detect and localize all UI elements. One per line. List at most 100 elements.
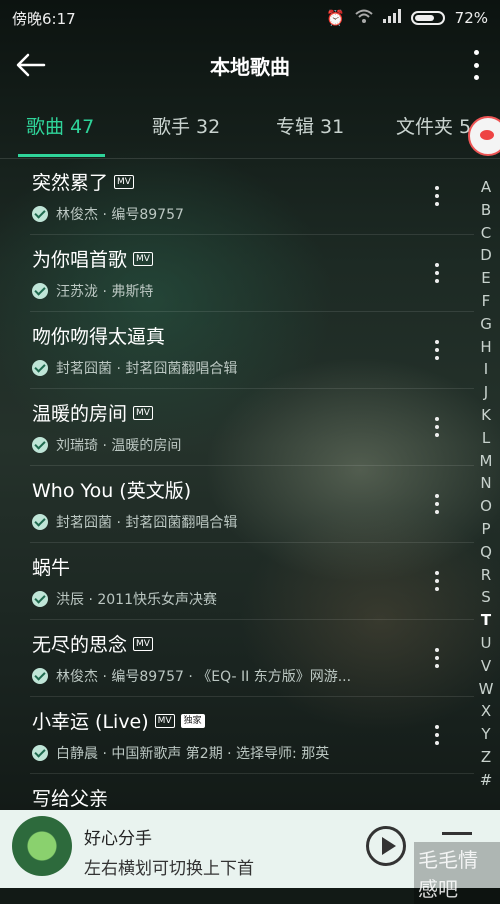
downloaded-check-icon [32, 668, 48, 684]
index-letter[interactable]: N [480, 472, 491, 495]
song-meta: 刘瑞琦 · 温暖的房间 [32, 435, 181, 455]
row-more-icon[interactable] [434, 417, 440, 437]
album-cover[interactable] [12, 816, 72, 876]
song-subtitle: 洪辰 · 2011快乐女声决赛 [56, 592, 217, 608]
index-letter[interactable]: E [481, 267, 490, 290]
song-row[interactable]: 为你唱首歌 MV 汪苏泷 · 弗斯特 [30, 235, 474, 312]
playlist-icon[interactable] [442, 832, 472, 835]
index-letter[interactable]: F [482, 290, 491, 313]
mv-badge[interactable]: MV [133, 405, 153, 420]
status-time: 傍晚6:17 [12, 9, 76, 28]
wifi-icon [354, 9, 373, 27]
watermark: 毛毛情感吧 [414, 842, 500, 904]
row-more-icon[interactable] [434, 648, 440, 668]
mascot-badge-icon[interactable] [468, 116, 500, 156]
song-row[interactable]: Who You (英文版) 封茗囧菌 · 封茗囧菌翻唱合辑 [30, 466, 474, 543]
song-subtitle: 封茗囧菌 · 封茗囧菌翻唱合辑 [56, 515, 238, 531]
song-title-wrap: 突然累了 MV [32, 168, 134, 195]
index-letter[interactable]: D [480, 244, 492, 267]
row-more-icon[interactable] [434, 494, 440, 514]
row-more-icon[interactable] [434, 263, 440, 283]
index-letter[interactable]: M [480, 450, 493, 473]
row-more-icon[interactable] [434, 340, 440, 360]
index-letter[interactable]: I [484, 358, 488, 381]
song-subtitle: 白静晨 · 中国新歌声 第2期 · 选择导师: 那英 [56, 746, 330, 762]
index-letter[interactable]: Z [481, 746, 491, 769]
song-subtitle: 林俊杰 · 编号89757 [56, 207, 184, 223]
song-meta: 林俊杰 · 编号89757 · 《EQ- II 东方版》网游... [32, 666, 351, 686]
category-tabs: 歌曲 47 歌手 32 专辑 31 文件夹 5 [0, 94, 500, 159]
downloaded-check-icon [32, 437, 48, 453]
index-letter[interactable]: B [481, 199, 491, 222]
tab-folders[interactable]: 文件夹 5 [396, 112, 471, 139]
index-letter[interactable]: X [481, 700, 491, 723]
index-letter[interactable]: V [481, 655, 491, 678]
song-title: 写给父亲 [32, 788, 109, 810]
index-letter[interactable]: T [481, 609, 491, 632]
row-more-icon[interactable] [434, 725, 440, 745]
song-meta: 白静晨 · 中国新歌声 第2期 · 选择导师: 那英 [32, 743, 329, 763]
index-letter[interactable]: J [484, 381, 488, 404]
song-title: 为你唱首歌 [32, 249, 128, 271]
song-subtitle: 封茗囧菌 · 封茗囧菌翻唱合辑 [56, 361, 238, 377]
song-title: 突然累了 [32, 172, 109, 194]
index-letter[interactable]: O [480, 495, 492, 518]
downloaded-check-icon [32, 206, 48, 222]
index-letter[interactable]: C [481, 222, 491, 245]
tab-albums[interactable]: 专辑 31 [276, 112, 344, 139]
song-title-wrap: Who You (英文版) [32, 476, 191, 503]
song-meta: 汪苏泷 · 弗斯特 [32, 281, 153, 301]
song-subtitle: 刘瑞琦 · 温暖的房间 [56, 438, 182, 454]
index-letter[interactable]: G [480, 313, 492, 336]
index-letter[interactable]: H [480, 336, 491, 359]
index-letter[interactable]: R [481, 564, 491, 587]
index-letter[interactable]: K [481, 404, 491, 427]
song-row[interactable]: 小幸运 (Live) MV 独家 白静晨 · 中国新歌声 第2期 · 选择导师:… [30, 697, 474, 774]
status-icons: ⏰ 72% [326, 9, 488, 27]
song-title-wrap: 小幸运 (Live) MV 独家 [32, 707, 205, 734]
alphabet-index[interactable]: A B C D E F G H I J K L M N O P Q R S T U V W X Y Z # [476, 176, 496, 792]
alarm-icon: ⏰ [325, 9, 345, 27]
back-arrow-icon[interactable] [14, 48, 48, 82]
mv-badge[interactable]: MV [114, 174, 134, 189]
downloaded-check-icon [32, 591, 48, 607]
song-row[interactable]: 无尽的思念 MV 林俊杰 · 编号89757 · 《EQ- II 东方版》网游.… [30, 620, 474, 697]
song-meta: 洪辰 · 2011快乐女声决赛 [32, 589, 217, 609]
battery-icon [410, 11, 445, 25]
row-more-icon[interactable] [434, 186, 440, 206]
signal-icon [382, 9, 401, 27]
tab-artists[interactable]: 歌手 32 [152, 112, 220, 139]
index-letter[interactable]: W [479, 678, 494, 701]
app-bar: 本地歌曲 [0, 36, 500, 94]
more-options-icon[interactable] [472, 50, 480, 80]
mv-badge[interactable]: MV [133, 251, 153, 266]
play-button[interactable] [366, 826, 406, 866]
mv-badge[interactable]: MV [133, 636, 153, 651]
page-title: 本地歌曲 [210, 54, 290, 79]
downloaded-check-icon [32, 283, 48, 299]
song-title-wrap: 为你唱首歌 MV [32, 245, 153, 272]
song-title-wrap: 写给父亲 [32, 784, 108, 811]
index-letter[interactable]: Q [480, 541, 492, 564]
mv-badge[interactable]: MV [154, 713, 175, 728]
song-title: Who You (英文版) [32, 480, 192, 502]
song-title: 小幸运 (Live) [32, 711, 149, 733]
song-row[interactable]: 蜗牛 洪辰 · 2011快乐女声决赛 [30, 543, 474, 620]
index-letter[interactable]: A [481, 176, 491, 199]
song-title: 吻你吻得太逼真 [32, 326, 166, 348]
song-row[interactable]: 突然累了 MV 林俊杰 · 编号89757 [30, 158, 474, 235]
now-playing-hint: 左右横划可切换上下首 [84, 859, 254, 879]
index-letter[interactable]: P [481, 518, 490, 541]
song-title-wrap: 蜗牛 [32, 553, 70, 580]
index-letter[interactable]: L [482, 427, 490, 450]
now-playing-title: 好心分手 [84, 829, 152, 849]
index-letter[interactable]: # [480, 769, 493, 792]
tab-songs[interactable]: 歌曲 47 [26, 112, 94, 139]
song-row[interactable]: 温暖的房间 MV 刘瑞琦 · 温暖的房间 [30, 389, 474, 466]
index-letter[interactable]: Y [481, 723, 490, 746]
song-row[interactable]: 吻你吻得太逼真 封茗囧菌 · 封茗囧菌翻唱合辑 [30, 312, 474, 389]
index-letter[interactable]: U [481, 632, 492, 655]
song-title: 无尽的思念 [32, 634, 128, 656]
index-letter[interactable]: S [481, 586, 491, 609]
row-more-icon[interactable] [434, 571, 440, 591]
